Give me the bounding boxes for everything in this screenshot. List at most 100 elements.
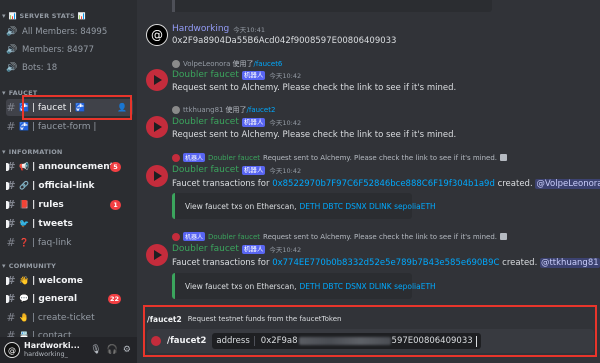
channel-general[interactable]: # 💬 | general 22 bbox=[6, 290, 133, 307]
avatar[interactable]: @ bbox=[146, 24, 168, 46]
channel-rules[interactable]: # 📕 | rules 1 bbox=[6, 196, 133, 213]
mention-badge: 22 bbox=[107, 293, 121, 304]
command-reply[interactable]: ttkhuang81 使用了 /faucet2 bbox=[172, 105, 275, 115]
author-name[interactable]: Hardworking bbox=[172, 24, 229, 34]
stat-bots[interactable]: 🔊 Bots: 18 bbox=[6, 60, 133, 76]
user-mention[interactable]: @ttkhuang81 bbox=[539, 258, 600, 268]
channel-faucet-form[interactable]: # 🚰 | faucet-form | bbox=[6, 118, 133, 135]
reply-user: VolpeLeonora bbox=[183, 60, 231, 68]
timestamp: 今天10:42 bbox=[269, 72, 302, 80]
stat-members[interactable]: 🔊 Members: 84977 bbox=[6, 42, 133, 58]
category-label: 📊 SERVER STATS 📊 bbox=[8, 12, 86, 20]
gear-icon[interactable]: ⚙ bbox=[123, 345, 131, 355]
channel-official-link[interactable]: # 🔗 | official-link bbox=[6, 177, 133, 194]
timestamp: 今天10:42 bbox=[269, 246, 302, 254]
reply-user: Doubler faucet bbox=[208, 153, 261, 162]
channel-label: | faq-link bbox=[31, 237, 72, 248]
speaker-icon: 🔊 bbox=[6, 45, 18, 55]
message-text: 0x2F9a8904Da55B6Acd042f9008597E008064090… bbox=[172, 36, 397, 46]
speech-bubble-icon: 💬 bbox=[19, 294, 29, 303]
avatar[interactable] bbox=[146, 69, 168, 91]
author-name[interactable]: Doubler faucet bbox=[172, 244, 239, 254]
author-name[interactable]: Doubler faucet bbox=[172, 70, 239, 80]
user-status: hardworking_ bbox=[24, 349, 68, 358]
command-reply[interactable]: VolpeLeonora 使用了 /faucet6 bbox=[172, 59, 282, 69]
edit-icon bbox=[500, 154, 508, 161]
avatar[interactable] bbox=[146, 116, 168, 138]
stat-label: Members: 84977 bbox=[22, 45, 94, 55]
channel-label: | general bbox=[31, 293, 78, 304]
question-icon: ❓ bbox=[19, 238, 29, 247]
channel-label: | welcome bbox=[31, 275, 83, 286]
message-reply[interactable]: 机器人 Doubler faucet Request sent to Alche… bbox=[172, 232, 508, 241]
reply-command[interactable]: /faucet6 bbox=[253, 60, 282, 68]
embed-label: View faucet txs on Etherscan, bbox=[185, 281, 297, 291]
avatar[interactable] bbox=[146, 165, 168, 187]
message-text: Faucet transactions for 0x8522970b7F97C6… bbox=[172, 179, 600, 189]
message-text: Request sent to Alchemy. Please check th… bbox=[172, 83, 457, 93]
message-reply[interactable]: 机器人 Doubler faucet Request sent to Alche… bbox=[172, 153, 508, 162]
channel-welcome[interactable]: # 👋 | welcome bbox=[6, 272, 133, 289]
reply-text: Request sent to Alchemy. Please check th… bbox=[263, 232, 498, 241]
microphone-icon[interactable]: 🎙 bbox=[90, 345, 101, 355]
author-name[interactable]: Doubler faucet bbox=[172, 165, 239, 175]
timestamp: 今天10:42 bbox=[269, 167, 302, 175]
mention-badge: 1 bbox=[110, 199, 121, 210]
hash-icon: # bbox=[6, 311, 16, 324]
channel-tweets[interactable]: # 🐦 | tweets bbox=[6, 215, 133, 232]
bot-tag: 机器人 bbox=[183, 153, 206, 162]
edit-icon bbox=[500, 233, 508, 240]
channel-announcement[interactable]: # 📢 | announcement 5 bbox=[6, 158, 133, 175]
unread-indicator bbox=[6, 200, 9, 209]
play-icon bbox=[154, 122, 162, 132]
headphones-icon[interactable]: 🎧 bbox=[107, 345, 118, 355]
bird-icon: 🐦 bbox=[19, 219, 29, 228]
unread-indicator bbox=[6, 219, 9, 228]
category-information[interactable]: ▾ INFORMATION bbox=[2, 148, 63, 156]
embed-links[interactable]: DETH DBTC DSNX DLINK sepoliaETH bbox=[300, 202, 436, 211]
message-text: Faucet transactions for 0x774EE770b0b833… bbox=[172, 258, 600, 268]
highlight-box bbox=[143, 305, 597, 357]
text-mid: created. bbox=[499, 258, 540, 268]
channel-label: | tweets bbox=[31, 218, 73, 229]
mention-badge: 5 bbox=[110, 161, 121, 172]
category-label: COMMUNITY bbox=[8, 262, 57, 270]
faucet-icon: 🚰 bbox=[19, 122, 29, 131]
author-name[interactable]: Doubler faucet bbox=[172, 117, 239, 127]
text-mid: created. bbox=[494, 179, 536, 189]
stat-all-members[interactable]: 🔊 All Members: 84995 bbox=[6, 24, 133, 40]
unread-indicator bbox=[6, 181, 9, 190]
wave-icon: 👋 bbox=[19, 276, 29, 285]
bot-tag: 机器人 bbox=[241, 117, 266, 127]
tx-link[interactable]: 0x774EE770b0b8332d52e5e789b7B43e585e690B… bbox=[272, 258, 499, 268]
reply-used-label: 使用了 bbox=[225, 106, 247, 114]
bot-tag: 机器人 bbox=[241, 244, 266, 254]
category-community[interactable]: ▾ COMMUNITY bbox=[2, 262, 56, 270]
avatar[interactable] bbox=[146, 244, 168, 266]
channel-faq-link[interactable]: # ❓ | faq-link bbox=[6, 234, 133, 251]
embed-label: View faucet txs on Etherscan, bbox=[185, 201, 297, 211]
reply-command[interactable]: /faucet2 bbox=[247, 106, 276, 114]
chevron-down-icon: ▾ bbox=[2, 89, 6, 97]
play-icon bbox=[154, 171, 162, 181]
channel-label: | faucet-form | bbox=[31, 121, 97, 132]
category-server-stats[interactable]: ▾ 📊 SERVER STATS 📊 bbox=[2, 12, 86, 20]
embed: View faucet txs on Etherscan, DETH DBTC … bbox=[172, 193, 436, 219]
raised-hand-icon: 🤚 bbox=[19, 313, 29, 322]
bot-tag: 机器人 bbox=[241, 165, 266, 175]
speaker-icon: 🔊 bbox=[6, 63, 18, 73]
unread-indicator bbox=[6, 294, 9, 303]
play-icon bbox=[154, 75, 162, 85]
user-mention[interactable]: @VolpeLeonora bbox=[535, 179, 600, 189]
bot-tag: 机器人 bbox=[183, 232, 206, 241]
reply-user: ttkhuang81 bbox=[183, 106, 224, 114]
channel-create-ticket[interactable]: # 🤚 | create-ticket bbox=[6, 309, 133, 326]
reply-avatar bbox=[172, 60, 180, 68]
hash-icon: # bbox=[6, 236, 16, 249]
category-label: INFORMATION bbox=[8, 148, 63, 156]
embed-links[interactable]: DETH DBTC DSNX DLINK sepoliaETH bbox=[300, 282, 436, 291]
user-avatar[interactable]: @ bbox=[4, 342, 20, 358]
tx-link[interactable]: 0x8522970b7F97C6F52846bce888C6F19f304b1a… bbox=[272, 179, 495, 189]
timestamp: 今天10:41 bbox=[233, 26, 265, 34]
chevron-down-icon: ▾ bbox=[2, 262, 6, 270]
